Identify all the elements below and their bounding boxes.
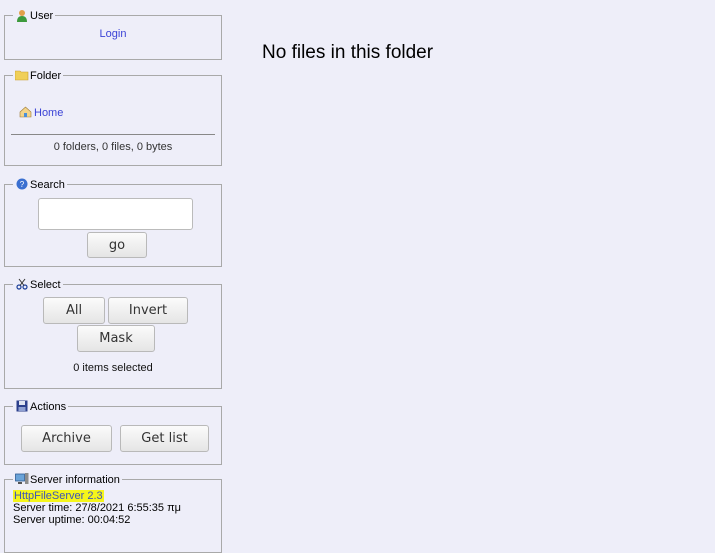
select-legend: Select (13, 278, 63, 291)
server-icon (15, 473, 29, 486)
folder-summary: 0 folders, 0 files, 0 bytes (53, 141, 173, 153)
user-panel: User Login (4, 9, 222, 60)
server-info-panel: Server information HttpFileServer 2.3 Se… (4, 473, 222, 553)
server-legend: Server information (13, 473, 122, 486)
server-legend-label: Server information (30, 473, 120, 486)
select-all-button[interactable]: All (43, 297, 105, 324)
home-link[interactable]: Home (34, 107, 63, 119)
svg-text:?: ? (19, 180, 24, 189)
user-legend-label: User (30, 9, 54, 22)
empty-folder-message: No files in this folder (262, 42, 434, 63)
get-list-button[interactable]: Get list (120, 425, 209, 452)
server-name: HttpFileServer 2.3 (13, 490, 104, 502)
search-legend: ? Search (13, 178, 67, 191)
actions-legend-label: Actions (30, 400, 67, 413)
search-input[interactable] (38, 198, 193, 230)
save-icon (15, 400, 28, 413)
server-uptime: Server uptime: 00:04:52 (13, 514, 131, 526)
scissors-icon (15, 278, 28, 291)
archive-button[interactable]: Archive (21, 425, 112, 452)
user-icon (15, 9, 28, 22)
folder-panel: Folder Home 0 folders, 0 files, 0 bytes (4, 69, 222, 166)
folder-legend-label: Folder (30, 69, 62, 82)
search-panel: ? Search go (4, 178, 222, 267)
user-legend: User (13, 9, 55, 22)
search-go-button[interactable]: go (87, 232, 147, 258)
home-icon (19, 106, 32, 119)
search-icon: ? (15, 178, 28, 191)
search-legend-label: Search (30, 178, 65, 191)
login-link[interactable]: Login (100, 28, 127, 40)
actions-legend: Actions (13, 400, 68, 413)
server-time: Server time: 27/8/2021 6:55:35 πμ (13, 502, 182, 514)
select-mask-button[interactable]: Mask (77, 325, 155, 352)
folder-icon (14, 69, 29, 82)
select-panel: Select All Invert Mask 0 items selected (4, 278, 222, 389)
selected-count: 0 items selected (73, 362, 153, 374)
actions-panel: Actions Archive Get list (4, 400, 222, 465)
folder-legend: Folder (13, 69, 63, 82)
select-legend-label: Select (30, 278, 61, 291)
select-invert-button[interactable]: Invert (108, 297, 188, 324)
